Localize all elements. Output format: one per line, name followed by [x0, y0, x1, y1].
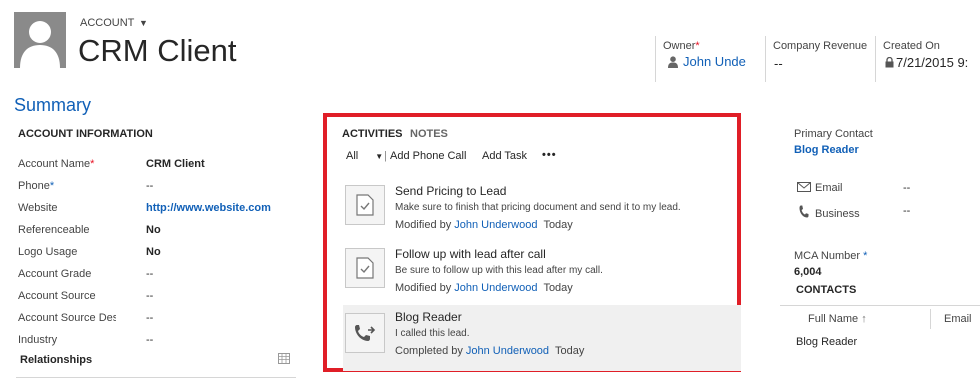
activity-description: Make sure to finish that pricing documen… [395, 202, 681, 213]
activity-title[interactable]: Follow up with lead after call [395, 247, 546, 261]
activity-meta: Modified by John Underwood Today [395, 219, 573, 231]
more-commands-icon[interactable]: ••• [542, 149, 557, 161]
entity-type-label[interactable]: ACCOUNT [80, 17, 134, 29]
owner-link[interactable]: John Unde [668, 54, 750, 71]
activity-title[interactable]: Send Pricing to Lead [395, 184, 506, 198]
activity-title[interactable]: Blog Reader [395, 310, 462, 324]
primary-contact-label: Primary Contact [794, 128, 873, 140]
account-name-value[interactable]: CRM Client [146, 158, 205, 170]
activity-meta: Modified by John Underwood Today [395, 282, 573, 294]
website-label: Website [18, 202, 58, 214]
account-source-label: Account Source [18, 290, 96, 302]
record-name: CRM Client [78, 33, 237, 68]
logo-usage-label: Logo Usage [18, 246, 78, 258]
email-label: Email [797, 182, 843, 195]
column-header-email[interactable]: Email [944, 313, 972, 325]
header-divider [765, 36, 766, 82]
header-divider [655, 36, 656, 82]
toolbar-separator: | [384, 150, 387, 162]
account-source-desc-value[interactable]: -- [146, 312, 153, 324]
account-avatar-icon [14, 12, 66, 68]
company-revenue-value: -- [774, 56, 783, 71]
logo-usage-value[interactable]: No [146, 246, 161, 258]
phone-call-icon [345, 313, 385, 353]
email-icon [797, 182, 811, 195]
activity-item[interactable]: Follow up with lead after call Be sure t… [343, 242, 741, 308]
task-icon [345, 248, 385, 288]
sort-ascending-icon: ↑ [861, 313, 867, 325]
summary-section-title[interactable]: Summary [14, 95, 91, 116]
industry-label: Industry [18, 334, 58, 346]
activity-filter-select[interactable]: All ▼ [346, 150, 383, 162]
grid-view-icon[interactable] [278, 353, 290, 367]
activity-user-link[interactable]: John Underwood [454, 282, 537, 294]
tab-notes[interactable]: NOTES [410, 128, 448, 140]
relationships-heading: Relationships [20, 354, 93, 366]
created-on-value: 7/21/2015 9: [885, 55, 968, 71]
website-link[interactable]: http://www.website.com [146, 202, 271, 214]
header-divider [875, 36, 876, 82]
contacts-grid: Full Name ↑ Email Blog Reader [780, 305, 980, 377]
industry-value[interactable]: -- [146, 334, 153, 346]
activities-panel: ACTIVITIES NOTES All ▼ | Add Phone Call … [323, 113, 741, 372]
email-value[interactable]: -- [903, 182, 910, 194]
account-name-label: Account Name* [18, 158, 95, 170]
business-phone-label: Business [799, 205, 860, 221]
business-phone-value[interactable]: -- [903, 205, 910, 217]
mca-number-label: MCA Number * [794, 250, 868, 262]
account-grade-label: Account Grade [18, 268, 92, 280]
phone-value[interactable]: -- [146, 180, 153, 192]
chevron-down-icon: ▼ [375, 152, 384, 161]
activity-item[interactable]: Blog Reader I called this lead. Complete… [343, 305, 741, 371]
column-divider [930, 309, 931, 329]
tab-activities[interactable]: ACTIVITIES [342, 128, 403, 140]
owner-label: Owner* [663, 40, 700, 52]
task-icon [345, 185, 385, 225]
activity-meta: Completed by John Underwood Today [395, 345, 585, 357]
account-grade-value[interactable]: -- [146, 268, 153, 280]
contacts-heading: CONTACTS [796, 284, 857, 296]
lock-icon [885, 56, 894, 71]
form-selector-chevron-down-icon[interactable]: ▼ [139, 18, 148, 28]
created-on-label: Created On [883, 40, 940, 52]
column-header-full-name[interactable]: Full Name ↑ [808, 313, 867, 325]
primary-contact-link[interactable]: Blog Reader [794, 144, 859, 156]
company-revenue-label: Company Revenue [773, 40, 868, 52]
contact-row-full-name[interactable]: Blog Reader [796, 336, 857, 348]
add-task-button[interactable]: Add Task [482, 150, 527, 162]
activity-description: Be sure to follow up with this lead afte… [395, 265, 603, 276]
relationships-grid-border [16, 377, 296, 378]
phone-label: Phone* [18, 180, 55, 192]
add-phone-call-button[interactable]: Add Phone Call [390, 150, 466, 162]
activity-description: I called this lead. [395, 328, 470, 339]
account-source-value[interactable]: -- [146, 290, 153, 302]
phone-icon [799, 205, 809, 221]
activity-user-link[interactable]: John Underwood [466, 345, 549, 357]
activity-item[interactable]: Send Pricing to Lead Make sure to finish… [343, 179, 741, 245]
account-information-heading: ACCOUNT INFORMATION [18, 128, 153, 140]
person-icon [668, 56, 678, 71]
activity-user-link[interactable]: John Underwood [454, 219, 537, 231]
mca-number-value[interactable]: 6,004 [794, 266, 822, 278]
referenceable-label: Referenceable [18, 224, 90, 236]
account-source-desc-label: Account Source Desc [18, 312, 116, 324]
referenceable-value[interactable]: No [146, 224, 161, 236]
